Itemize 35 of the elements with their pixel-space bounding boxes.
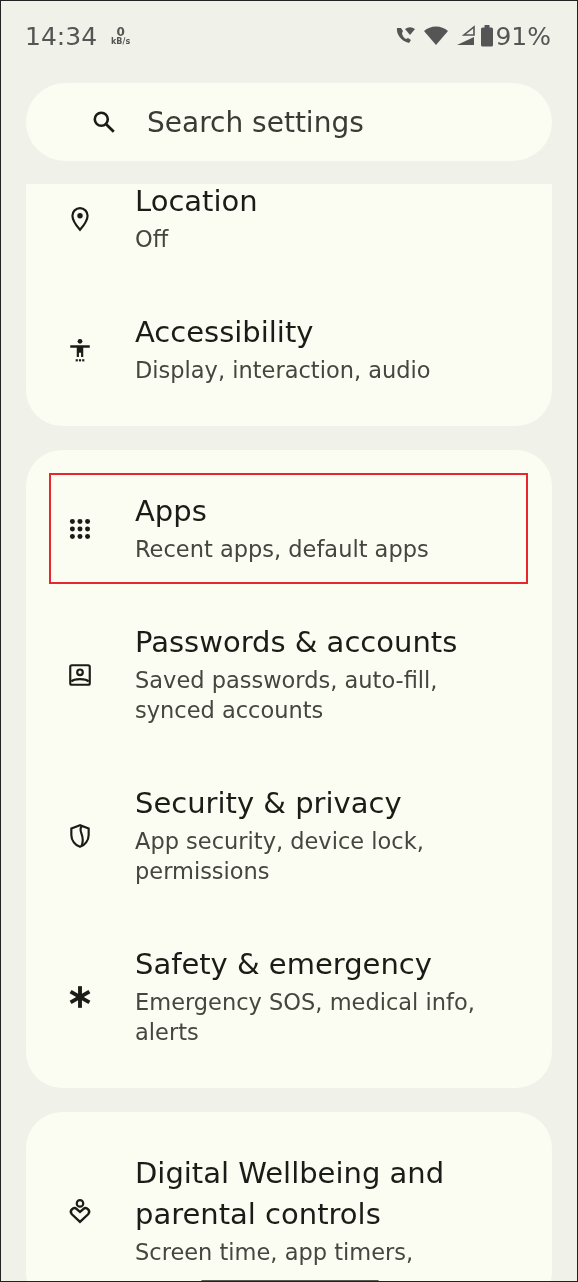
item-title: Passwords & accounts [135,624,458,661]
battery-percentage: 91% [495,21,551,51]
signal-icon [455,25,476,47]
settings-item[interactable]: Apps Recent apps, default apps [39,463,538,594]
settings-item[interactable]: Safety & emergency Emergency SOS, medical info, alerts [26,916,552,1077]
item-subtitle: Display, interaction, audio [135,356,431,385]
item-title: Digital Wellbeing and parental controls [135,1155,445,1233]
settings-item[interactable]: Location Off [26,184,552,284]
item-title: Location [135,184,258,220]
accessibility-figure-icon [67,336,93,363]
person-card-icon [67,661,93,688]
item-subtitle: Saved passwords, auto-fill, synced accounts [135,666,439,725]
settings-item[interactable]: Security & privacy App security, device lock, permissions [26,755,552,916]
network-speed-value: 0 [116,26,125,38]
item-title: Apps [135,493,208,530]
item-subtitle: Off [135,225,170,254]
shield-icon [67,822,93,849]
asterisk-icon [67,983,93,1010]
item-title: Safety & emergency [135,946,433,983]
settings-item[interactable]: Digital Wellbeing and parental controls Screen time, app timers, [26,1125,552,1281]
heart-person-icon [67,1198,93,1224]
search-field[interactable]: Search settings [26,83,552,161]
battery-icon [481,25,494,47]
item-subtitle: App security, device lock, permissions [135,827,424,886]
clock-time: 14:34 [25,21,98,51]
search-icon [91,109,117,135]
item-title: Security & privacy [135,785,403,822]
item-subtitle: Recent apps, default apps [135,535,429,564]
item-subtitle: Screen time, app timers, [135,1238,415,1267]
network-speed-unit: kB/s [111,38,131,46]
item-subtitle: Emergency SOS, medical info, alerts [135,988,475,1047]
settings-item[interactable]: Passwords & accounts Saved passwords, auto-fill, synced accounts [26,594,552,755]
settings-item[interactable]: Accessibility Display, interaction, audio [26,284,552,415]
item-title: Accessibility [135,314,315,351]
wifi-icon [423,25,450,47]
